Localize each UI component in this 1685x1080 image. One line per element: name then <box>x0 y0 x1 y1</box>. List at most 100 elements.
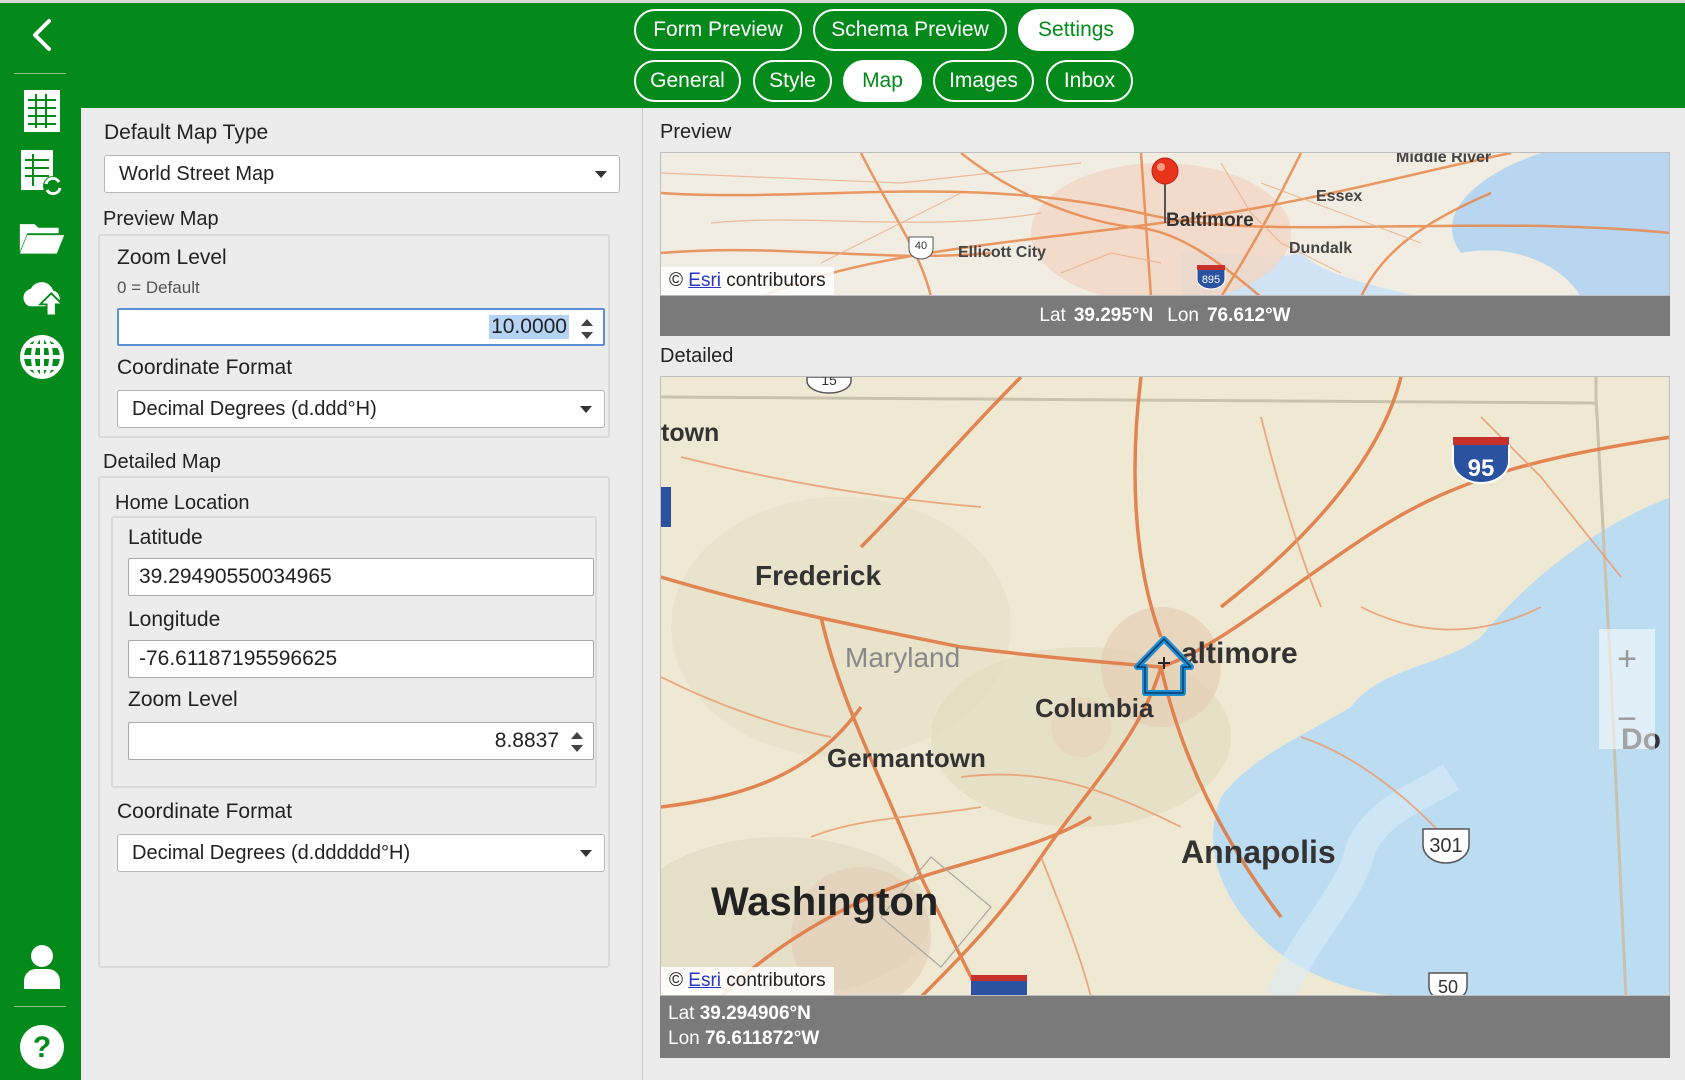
folder-icon[interactable] <box>18 213 66 261</box>
preview-title: Preview <box>660 121 732 143</box>
svg-text:50: 50 <box>1438 977 1458 996</box>
help-icon[interactable]: ? <box>18 1023 66 1071</box>
preview-lat-value: 39.295°N <box>1073 305 1154 326</box>
stepper-arrows-icon[interactable] <box>581 319 593 339</box>
latitude-field[interactable]: 39.29490550034965 <box>128 558 594 596</box>
preview-lon-label: Lon <box>1167 305 1199 326</box>
spreadsheet-icon[interactable] <box>18 87 66 135</box>
svg-text:40: 40 <box>915 240 927 252</box>
detailed-map-place-germantown: Germantown <box>827 743 986 773</box>
zoom-out-button[interactable]: − <box>1599 689 1655 749</box>
latitude-value: 39.29490550034965 <box>139 565 332 588</box>
sidebar-divider <box>14 73 66 74</box>
chevron-down-icon <box>580 406 592 413</box>
detailed-map-place-columbia: Columbia <box>1035 693 1154 723</box>
preview-zoom-value: 10.0000 <box>489 315 569 339</box>
esri-link[interactable]: Esri <box>688 270 721 291</box>
detailed-map-label: Detailed Map <box>103 451 221 473</box>
road-shield-icon: 40 <box>908 236 934 260</box>
preview-lon-value: 76.612°W <box>1206 305 1291 326</box>
tab-schema-preview[interactable]: Schema Preview <box>813 9 1007 51</box>
default-map-type-select[interactable]: World Street Map <box>104 155 620 193</box>
road-shield-icon: 895 <box>1196 265 1226 290</box>
stepper-arrows-icon[interactable] <box>571 732 583 752</box>
preview-map-place-middle-river: Middle River <box>1396 153 1491 166</box>
detailed-attribution: © Esri contributors <box>661 967 834 995</box>
subtab-style[interactable]: Style <box>753 60 832 102</box>
detailed-zoom-label: Zoom Level <box>128 688 238 711</box>
detailed-lat-label: Lat <box>668 1003 695 1024</box>
preview-map-group: Zoom Level 0 = Default 10.0000 Coordinat… <box>98 234 610 438</box>
preview-zoom-stepper[interactable]: 10.0000 <box>117 308 605 346</box>
sidebar: ? <box>0 3 81 1080</box>
home-location-group: Latitude 39.29490550034965 Longitude -76… <box>111 516 597 788</box>
road-shield-icon: 15 <box>806 377 852 394</box>
road-shield-stripe <box>971 975 1027 981</box>
detailed-zoom-stepper[interactable]: 8.8837 <box>128 722 594 760</box>
svg-text:301: 301 <box>1429 835 1462 857</box>
svg-text:895: 895 <box>1202 274 1220 286</box>
settings-panel: Default Map Type World Street Map Previe… <box>81 108 643 1080</box>
preview-map-place-ellicott-city: Ellicott City <box>958 244 1046 261</box>
preview-map-place-dundalk: Dundalk <box>1289 240 1352 257</box>
longitude-value: -76.61187195596625 <box>139 647 338 670</box>
spreadsheet-sync-icon[interactable] <box>18 149 66 197</box>
preview-coord-format-value: Decimal Degrees (d.ddd°H) <box>132 397 377 420</box>
detailed-coord-format-value: Decimal Degrees (d.dddddd°H) <box>132 841 411 864</box>
esri-link[interactable]: Esri <box>688 970 721 991</box>
preview-zoom-hint: 0 = Default <box>117 278 200 297</box>
preview-map-label: Preview Map <box>103 208 219 230</box>
detailed-coord-readout: Lat 39.294906°N Lon 76.611872°W <box>660 996 1670 1058</box>
preview-coord-readout: Lat 39.295°N Lon 76.612°W <box>660 296 1670 336</box>
detailed-zoom-value: 8.8837 <box>494 729 559 752</box>
detailed-title: Detailed <box>660 345 734 367</box>
map-preview-panel: Preview Middle River Essex Baltimore Ell… <box>644 108 1685 1080</box>
chevron-down-icon <box>580 850 592 857</box>
tab-form-preview[interactable]: Form Preview <box>634 9 802 51</box>
back-chevron-icon[interactable] <box>18 11 66 59</box>
preview-map[interactable]: Middle River Essex Baltimore Ellicott Ci… <box>660 152 1670 296</box>
preview-zoom-label: Zoom Level <box>117 246 227 269</box>
subtab-map[interactable]: Map <box>843 60 922 102</box>
subtab-images[interactable]: Images <box>933 60 1034 102</box>
latitude-label: Latitude <box>128 526 203 549</box>
svg-text:?: ? <box>33 1031 51 1064</box>
default-map-type-label: Default Map Type <box>104 121 269 144</box>
detailed-map-place-town: town <box>661 419 719 447</box>
zoom-in-button[interactable]: + <box>1599 629 1655 689</box>
longitude-field[interactable]: -76.61187195596625 <box>128 640 594 678</box>
detailed-map-place-annapolis: Annapolis <box>1181 834 1336 870</box>
detailed-coord-format-label: Coordinate Format <box>117 800 293 823</box>
detailed-map-place-washington: Washington <box>711 880 938 924</box>
globe-icon[interactable] <box>18 333 66 381</box>
detailed-map-place-maryland: Maryland <box>845 642 960 673</box>
user-icon[interactable] <box>18 943 66 991</box>
preview-lat-label: Lat <box>1039 305 1066 326</box>
road-shield-icon: 50 <box>1428 972 1468 996</box>
home-location-label: Home Location <box>115 492 250 514</box>
detailed-lon-label: Lon <box>668 1028 700 1049</box>
svg-text:15: 15 <box>821 377 837 388</box>
sidebar-divider <box>14 1006 66 1007</box>
detailed-lon-value: 76.611872°W <box>704 1028 820 1049</box>
road-shield-icon: 95 <box>1452 437 1510 484</box>
detailed-map-group: Home Location Latitude 39.29490550034965… <box>98 476 610 968</box>
detailed-map-place-baltimore: altimore <box>1181 637 1298 670</box>
detailed-map-canvas: town Frederick Maryland altimore Columbi… <box>661 377 1669 996</box>
top-bar: Form Preview Schema Preview Settings Gen… <box>0 0 1685 108</box>
subtab-inbox[interactable]: Inbox <box>1046 60 1133 102</box>
detailed-coord-format-select[interactable]: Decimal Degrees (d.dddddd°H) <box>117 834 605 872</box>
tab-settings[interactable]: Settings <box>1018 9 1134 51</box>
preview-map-place-essex: Essex <box>1316 188 1362 205</box>
detailed-map[interactable]: town Frederick Maryland altimore Columbi… <box>660 376 1670 996</box>
longitude-label: Longitude <box>128 608 221 631</box>
cloud-upload-icon[interactable] <box>18 273 66 321</box>
svg-text:95: 95 <box>1468 455 1495 482</box>
detailed-lat-value: 39.294906°N <box>699 1003 811 1024</box>
preview-coord-format-label: Coordinate Format <box>117 356 293 379</box>
road-shield-icon <box>661 487 671 527</box>
preview-coord-format-select[interactable]: Decimal Degrees (d.ddd°H) <box>117 390 605 428</box>
chevron-down-icon <box>595 171 607 178</box>
default-map-type-value: World Street Map <box>119 162 275 185</box>
subtab-general[interactable]: General <box>634 60 741 102</box>
